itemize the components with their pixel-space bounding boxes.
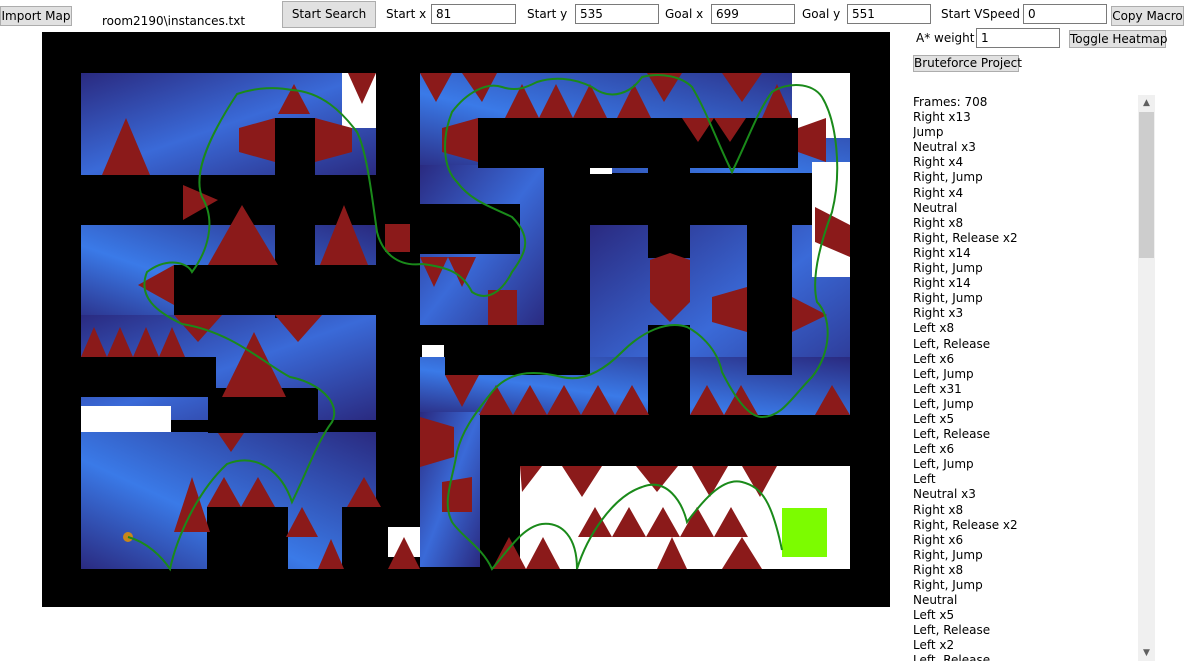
start-y-label: Start y [527, 7, 568, 21]
astar-weight-label: A* weight [916, 31, 975, 45]
macro-line: Right, Jump [913, 261, 983, 276]
macro-line: Right x4 [913, 185, 964, 200]
macro-line: Neutral [913, 200, 958, 215]
start-y-input[interactable] [575, 4, 659, 24]
start-x-input[interactable] [431, 4, 516, 24]
macro-line: Left, Jump [913, 457, 974, 472]
macro-line: Left x31 [913, 381, 962, 396]
macro-line: Right x6 [913, 532, 964, 547]
macro-line: Right x8 [913, 562, 964, 577]
chevron-up-icon[interactable]: ▲ [1138, 95, 1155, 111]
macro-line: Right x13 [913, 110, 971, 125]
macro-line: Left x8 [913, 321, 955, 336]
map-canvas[interactable] [42, 32, 890, 607]
macro-line: Right, Jump [913, 547, 983, 562]
macro-line: Right, Jump [913, 578, 983, 592]
macro-line: Left x6 [913, 351, 955, 366]
goal-x-input[interactable] [711, 4, 795, 24]
macro-line: Right, Release x2 [913, 517, 1018, 532]
import-map-button[interactable]: Import Map [0, 6, 72, 26]
toggle-heatmap-button[interactable]: Toggle Heatmap [1069, 30, 1168, 48]
macro-line: Right, Release x2 [913, 230, 1018, 245]
macro-line: Left, Release [913, 623, 991, 638]
macro-line: Left, Jump [913, 396, 974, 411]
goal-y-input[interactable] [847, 4, 931, 24]
macro-line: Left [913, 472, 936, 487]
macro-line: Left x2 [913, 638, 955, 653]
macro-line: Right x8 [913, 215, 964, 230]
macro-line: Left, Jump [913, 366, 974, 381]
start-search-button[interactable]: Start Search [282, 1, 376, 28]
goal-y-label: Goal y [802, 7, 841, 21]
chevron-down-icon[interactable]: ▼ [1138, 645, 1155, 661]
macro-line: Neutral x3 [913, 487, 976, 502]
macro-line: Right, Jump [913, 170, 983, 185]
macro-list[interactable]: Frames: 708 Right x13 Jump Neutral x3 Right … [913, 95, 1135, 661]
macro-line: Right x14 [913, 276, 971, 291]
macro-line: Left, Release [913, 336, 991, 351]
goal-marker [782, 508, 827, 557]
goal-x-label: Goal x [665, 7, 704, 21]
macro-line: Right x8 [913, 502, 964, 517]
start-x-label: Start x [386, 7, 427, 21]
macro-line: Left, Release [913, 427, 991, 442]
macro-line: Frames: 708 [913, 95, 988, 109]
macro-line: Right x3 [913, 306, 964, 321]
astar-weight-input[interactable] [976, 28, 1060, 48]
map-file-label: room2190\instances.txt [102, 14, 246, 28]
bruteforce-project-button[interactable]: Bruteforce Project [913, 55, 1022, 72]
macro-line: Neutral x3 [913, 140, 976, 155]
macro-line: Left x6 [913, 442, 955, 457]
start-vspeed-label: Start VSpeed [941, 7, 1020, 21]
macro-line: Left x5 [913, 608, 955, 623]
scrollbar-thumb[interactable] [1139, 112, 1154, 258]
macro-line: Right x14 [913, 245, 971, 260]
macro-line: Left x5 [913, 411, 955, 426]
macro-line: Right x4 [913, 155, 964, 170]
macro-line: Jump [913, 125, 944, 140]
start-vspeed-input[interactable] [1023, 4, 1107, 24]
copy-macro-button[interactable]: Copy Macro [1111, 6, 1184, 26]
macro-line: Neutral [913, 593, 958, 608]
macro-line: Right, Jump [913, 291, 983, 306]
macro-line: Left, Release [913, 653, 991, 661]
